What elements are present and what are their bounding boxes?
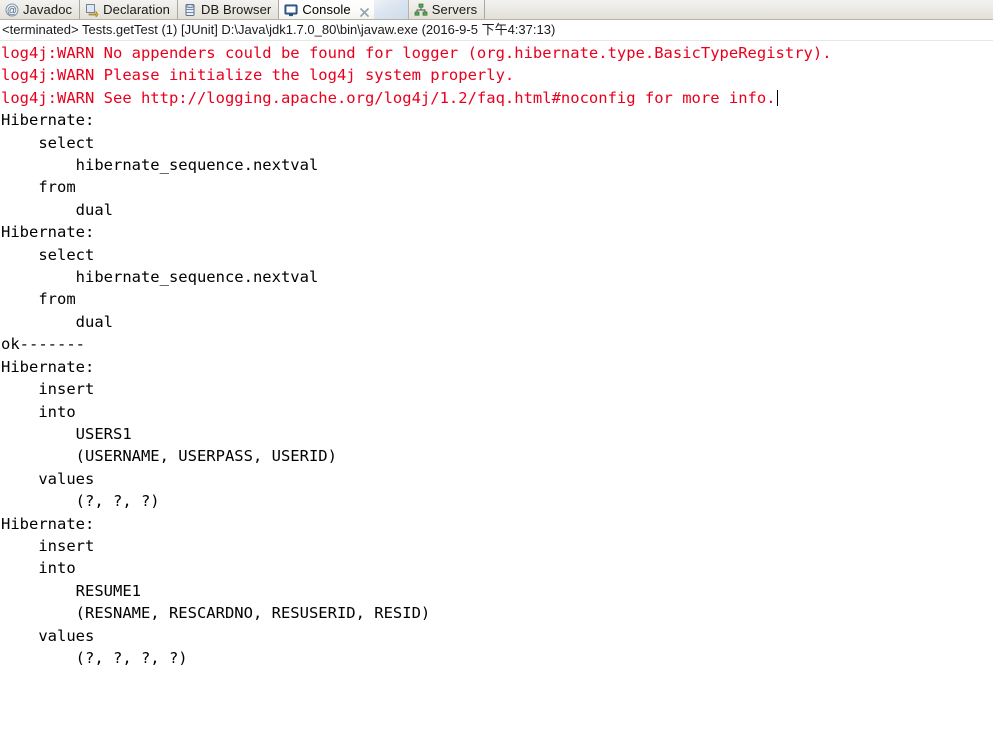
log-warning-line: log4j:WARN No appenders could be found f… — [1, 44, 832, 62]
console-icon — [284, 3, 298, 17]
console-output-area[interactable]: log4j:WARN No appenders could be found f… — [0, 41, 993, 747]
tab-bar-curve — [373, 0, 409, 19]
tab-db-browser[interactable]: DB Browser — [178, 0, 280, 19]
database-icon — [183, 3, 197, 17]
svg-text:@: @ — [7, 5, 17, 16]
text-caret — [776, 89, 778, 106]
tab-db-browser-label: DB Browser — [200, 2, 272, 17]
close-icon[interactable] — [359, 4, 370, 17]
at-sign-icon: @ — [5, 3, 19, 17]
log-warning-line: log4j:WARN Please initialize the log4j s… — [1, 66, 515, 85]
tab-javadoc[interactable]: @ Javadoc — [0, 0, 81, 19]
tab-declaration[interactable]: Declaration — [80, 0, 178, 19]
log-warning-text: log4j:WARN See http://logging.apache.org… — [1, 88, 776, 107]
view-tab-bar: @ Javadoc Declaration DB Browser Console… — [0, 0, 993, 20]
tab-console-label: Console — [302, 2, 351, 17]
servers-icon — [414, 3, 428, 17]
tab-servers-label: Servers — [431, 2, 478, 17]
tab-console[interactable]: Console — [279, 0, 374, 19]
launch-status-line: <terminated> Tests.getTest (1) [JUnit] D… — [0, 20, 993, 41]
tab-javadoc-label: Javadoc — [23, 2, 73, 17]
tab-bar-empty-area — [485, 0, 993, 19]
tab-servers[interactable]: Servers — [409, 0, 486, 19]
tab-declaration-label: Declaration — [103, 2, 170, 17]
log-warning-line: log4j:WARN See http://logging.apache.org… — [1, 87, 993, 109]
console-sql-output: Hibernate: select hibernate_sequence.nex… — [1, 111, 431, 667]
declaration-icon — [85, 3, 99, 17]
